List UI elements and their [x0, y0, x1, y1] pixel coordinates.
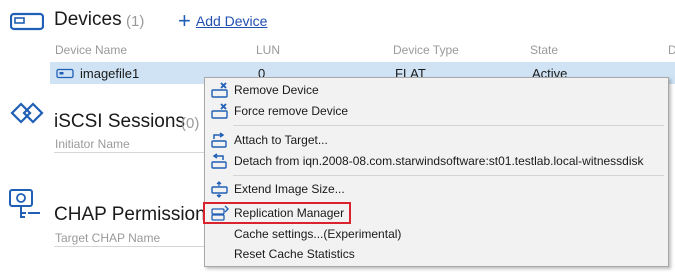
column-device-type[interactable]: Device Type	[393, 43, 459, 57]
chap-permission-title: CHAP Permission	[54, 204, 206, 225]
menu-item-cache-settings[interactable]: Cache settings...(Experimental)	[205, 224, 668, 245]
attach-icon	[211, 132, 227, 148]
menu-label: Reset Cache Statistics	[234, 247, 355, 261]
menu-item-reset-cache-statistics[interactable]: Reset Cache Statistics	[205, 244, 668, 265]
plus-icon: +	[178, 8, 191, 33]
iscsi-sessions-title: iSCSI Sessions	[54, 111, 185, 132]
devices-title: Devices	[54, 9, 122, 30]
device-context-menu: Remove Device Force remove Device Attach…	[204, 77, 669, 267]
chap-key-icon	[9, 189, 40, 218]
menu-item-force-remove-device[interactable]: Force remove Device	[205, 101, 668, 122]
menu-label: Force remove Device	[234, 104, 349, 118]
menu-item-extend-image-size[interactable]: Extend Image Size...	[205, 179, 668, 200]
column-d[interactable]: D	[668, 43, 675, 57]
add-device-label: Add Device	[195, 13, 268, 29]
menu-item-detach-from-target[interactable]: Detach from iqn.2008-08.com.starwindsoft…	[205, 151, 668, 172]
remove-device-icon	[211, 82, 228, 98]
iscsi-sessions-icon	[10, 102, 44, 124]
menu-label: Attach to Target...	[234, 133, 328, 147]
extend-size-icon	[211, 181, 228, 198]
detach-icon	[211, 153, 227, 169]
menu-item-remove-device[interactable]: Remove Device	[205, 80, 668, 101]
replication-manager-highlight	[203, 202, 351, 224]
device-name-cell: imagefile1	[80, 66, 140, 81]
column-device-name[interactable]: Device Name	[55, 43, 127, 57]
menu-separator	[233, 175, 664, 176]
force-remove-icon	[211, 103, 228, 119]
chap-divider	[54, 246, 204, 247]
column-initiator-name[interactable]: Initiator Name	[55, 137, 130, 151]
column-target-chap-name[interactable]: Target CHAP Name	[55, 231, 160, 245]
devices-icon	[10, 12, 44, 31]
column-lun[interactable]: LUN	[256, 43, 280, 57]
column-state[interactable]: State	[530, 43, 558, 57]
devices-count: (1)	[126, 13, 145, 30]
menu-label: Detach from iqn.2008-08.com.starwindsoft…	[234, 154, 644, 168]
iscsi-divider	[54, 152, 204, 153]
image-device-icon	[56, 68, 74, 79]
add-device-button[interactable]: + Add Device	[178, 9, 267, 33]
menu-item-attach-to-target[interactable]: Attach to Target...	[205, 130, 668, 151]
menu-label: Extend Image Size...	[234, 182, 345, 196]
menu-separator	[233, 125, 664, 126]
iscsi-sessions-count: (0)	[181, 115, 200, 132]
menu-label: Remove Device	[234, 83, 319, 97]
menu-label: Cache settings...(Experimental)	[234, 227, 402, 241]
